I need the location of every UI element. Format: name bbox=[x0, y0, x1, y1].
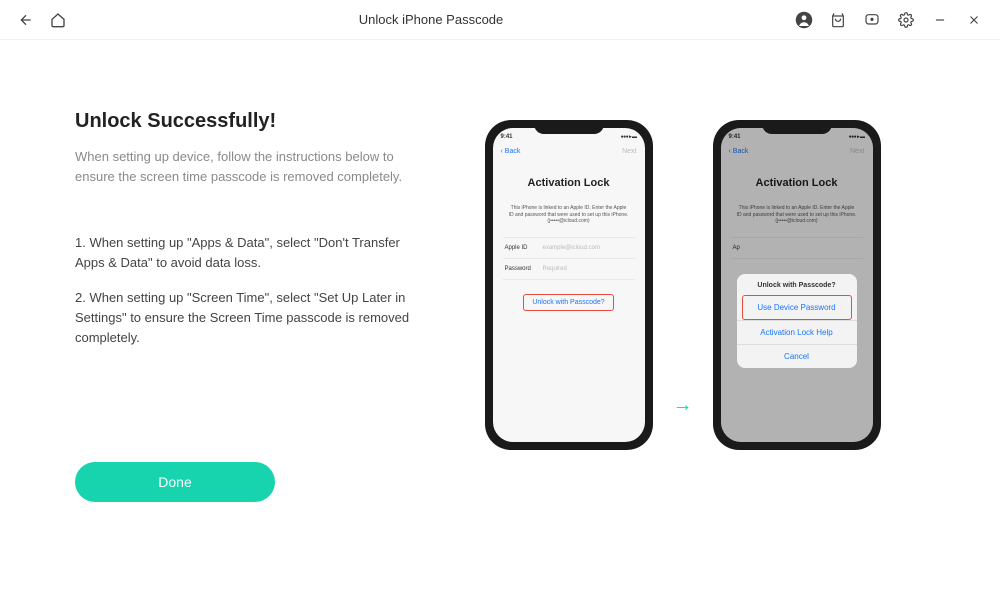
notch-icon bbox=[534, 120, 604, 134]
popup-title: Unlock with Passcode? bbox=[737, 274, 857, 295]
status-time: 9:41 bbox=[501, 134, 513, 140]
success-subtext: When setting up device, follow the instr… bbox=[75, 147, 425, 187]
left-panel: Unlock Successfully! When setting up dev… bbox=[75, 110, 425, 560]
step-1: 1. When setting up "Apps & Data", select… bbox=[75, 233, 425, 273]
next-link: Next bbox=[622, 148, 636, 155]
close-button[interactable] bbox=[958, 4, 990, 36]
done-button[interactable]: Done bbox=[75, 462, 275, 502]
phone-screen-2: 9:41 ●●● ▸ ▬ ‹ Back Next Activation Lock… bbox=[721, 128, 873, 442]
cart-icon[interactable] bbox=[822, 4, 854, 36]
password-row: Password Required bbox=[503, 258, 635, 280]
notification-icon[interactable] bbox=[856, 4, 888, 36]
arrow-icon: → bbox=[673, 394, 693, 417]
activation-title: Activation Lock bbox=[503, 177, 635, 189]
activation-text: This iPhone is linked to an Apple ID. En… bbox=[503, 205, 635, 225]
password-label: Password bbox=[505, 266, 543, 272]
use-device-password-highlighted: Use Device Password bbox=[742, 295, 852, 320]
phone-mock-1: 9:41 ●●● ▸ ▬ ‹ Back Next Activation Lock… bbox=[485, 120, 653, 450]
phone-illustrations: 9:41 ●●● ▸ ▬ ‹ Back Next Activation Lock… bbox=[425, 110, 940, 560]
appleid-placeholder: example@icloud.com bbox=[543, 245, 600, 251]
notch-icon bbox=[762, 120, 832, 134]
home-button[interactable] bbox=[42, 4, 74, 36]
field-block: Apple ID example@icloud.com Password Req… bbox=[503, 237, 635, 280]
nav-row: ‹ Back Next bbox=[493, 146, 645, 163]
step-2: 2. When setting up "Screen Time", select… bbox=[75, 288, 425, 348]
window-title: Unlock iPhone Passcode bbox=[74, 12, 788, 27]
phone-mock-2: 9:41 ●●● ▸ ▬ ‹ Back Next Activation Lock… bbox=[713, 120, 881, 450]
password-placeholder: Required bbox=[543, 266, 567, 272]
success-heading: Unlock Successfully! bbox=[75, 110, 425, 133]
phone-screen-1: 9:41 ●●● ▸ ▬ ‹ Back Next Activation Lock… bbox=[493, 128, 645, 442]
main-content: Unlock Successfully! When setting up dev… bbox=[0, 40, 1000, 600]
profile-icon[interactable] bbox=[788, 4, 820, 36]
back-button[interactable] bbox=[10, 4, 42, 36]
appleid-label: Apple ID bbox=[505, 245, 543, 251]
action-sheet: Unlock with Passcode? Use Device Passwor… bbox=[737, 274, 857, 368]
activation-body: Activation Lock This iPhone is linked to… bbox=[493, 163, 645, 442]
status-icons: ●●● ▸ ▬ bbox=[621, 134, 637, 140]
unlock-passcode-link-highlighted: Unlock with Passcode? bbox=[523, 294, 613, 311]
back-link: ‹ Back bbox=[501, 148, 521, 155]
activation-lock-help: Activation Lock Help bbox=[737, 320, 857, 344]
minimize-button[interactable] bbox=[924, 4, 956, 36]
settings-icon[interactable] bbox=[890, 4, 922, 36]
popup-cancel: Cancel bbox=[737, 344, 857, 368]
appleid-row: Apple ID example@icloud.com bbox=[503, 237, 635, 258]
instruction-steps: 1. When setting up "Apps & Data", select… bbox=[75, 233, 425, 362]
titlebar: Unlock iPhone Passcode bbox=[0, 0, 1000, 40]
